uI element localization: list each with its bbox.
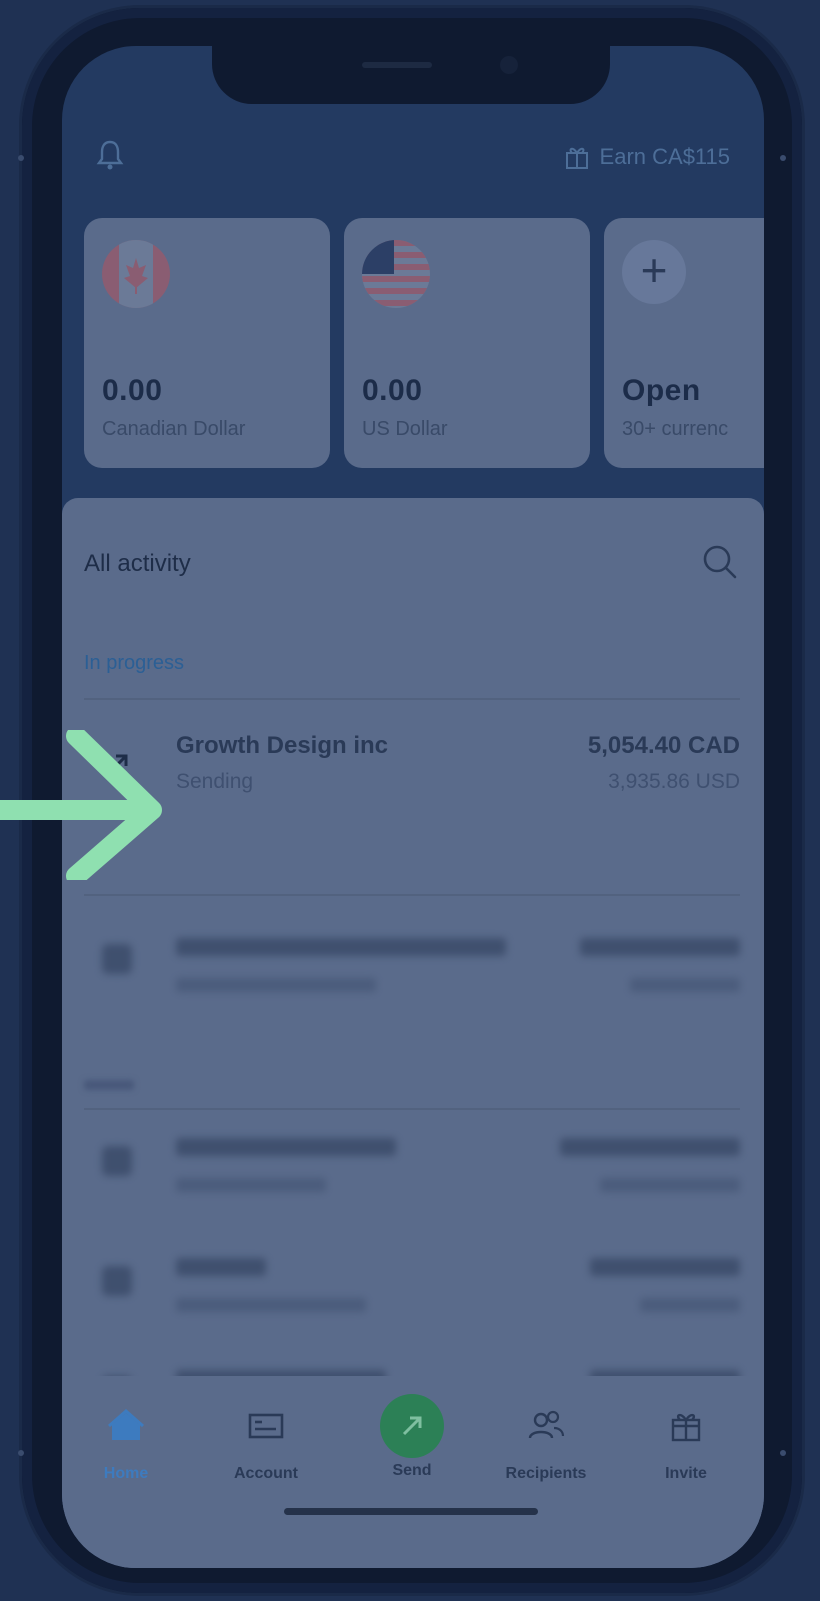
nav-label: Invite [665, 1465, 707, 1482]
earn-label: Earn CA$115 [599, 144, 730, 169]
nav-account[interactable]: Account [196, 1406, 336, 1483]
plus-icon: + [622, 240, 686, 304]
nav-label: Home [103, 1465, 149, 1482]
earn-cash-link[interactable]: Earn CA$115 [564, 144, 730, 170]
side-marker [18, 1450, 24, 1456]
balance-amount: 0.00 [362, 374, 423, 407]
transaction-row-obscured[interactable] [62, 1242, 764, 1342]
transaction-status: Sending [176, 770, 254, 793]
transaction-name: Growth Design inc [176, 732, 389, 759]
balance-amount: 0.00 [102, 374, 163, 407]
transaction-amount-converted: 3,935.86 USD [608, 770, 740, 793]
send-arrow-icon [102, 1146, 132, 1176]
home-icon [108, 1408, 144, 1440]
nav-home[interactable]: Home [62, 1406, 196, 1483]
obscured-sub [176, 1298, 366, 1312]
obscured-amount [580, 938, 740, 956]
balance-card-cad[interactable]: 0.00 Canadian Dollar [84, 218, 330, 468]
obscured-name [176, 938, 506, 956]
obscured-amount-2 [630, 978, 740, 992]
gift-icon [671, 1413, 701, 1442]
nav-label: Send [392, 1462, 432, 1479]
currency-name: Canadian Dollar [102, 418, 246, 440]
divider [84, 698, 740, 700]
phone-notch [212, 46, 610, 104]
obscured-name [176, 1258, 266, 1276]
obscured-sub [176, 1178, 326, 1192]
open-label: Open [622, 374, 701, 407]
divider [84, 1108, 740, 1110]
camera [500, 56, 518, 74]
transaction-row-obscured[interactable] [62, 1122, 764, 1222]
in-progress-label: In progress [84, 652, 185, 674]
transaction-amount: 5,054.40 CAD [587, 732, 740, 759]
balance-cards: 0.00 Canadian Dollar 0.00 US Dollar + Op… [84, 218, 764, 468]
recipients-icon [528, 1410, 565, 1439]
search-icon[interactable] [700, 542, 740, 582]
nav-label: Recipients [505, 1465, 587, 1482]
open-currency-card[interactable]: + Open 30+ currenc [604, 218, 764, 468]
obscured-amount [560, 1138, 740, 1156]
gift-icon [565, 147, 588, 169]
divider [84, 894, 740, 896]
nav-send[interactable]: Send [342, 1394, 482, 1480]
currency-name: US Dollar [362, 418, 448, 440]
currency-exchange-icon [102, 944, 132, 974]
currency-exchange-icon [102, 1266, 132, 1296]
currency-count: 30+ currenc [622, 418, 729, 440]
send-button[interactable] [380, 1394, 444, 1458]
obscured-amount [590, 1258, 740, 1276]
account-icon [248, 1413, 284, 1439]
home-indicator [284, 1508, 538, 1515]
usa-flag-icon [362, 240, 430, 308]
nav-recipients[interactable]: Recipients [476, 1406, 616, 1483]
bottom-nav: Home Account Send Recipients Invite [62, 1376, 764, 1568]
side-marker [780, 155, 786, 161]
speaker [362, 62, 432, 68]
obscured-name [176, 1138, 396, 1156]
side-marker [780, 1450, 786, 1456]
pointer-arrow-icon [0, 730, 162, 880]
activity-title: All activity [84, 550, 191, 577]
obscured-amount-2 [600, 1178, 740, 1192]
nav-label: Account [234, 1465, 298, 1482]
transaction-row-obscured[interactable] [62, 922, 764, 1022]
canada-flag-icon [102, 240, 170, 308]
obscured-amount-2 [640, 1298, 740, 1312]
nav-invite[interactable]: Invite [616, 1406, 756, 1483]
balance-card-usd[interactable]: 0.00 US Dollar [344, 218, 590, 468]
obscured-sub [176, 978, 376, 992]
bell-icon[interactable] [96, 138, 124, 172]
obscured-section-label [84, 1080, 134, 1090]
side-marker [18, 155, 24, 161]
send-icon [402, 1416, 422, 1436]
